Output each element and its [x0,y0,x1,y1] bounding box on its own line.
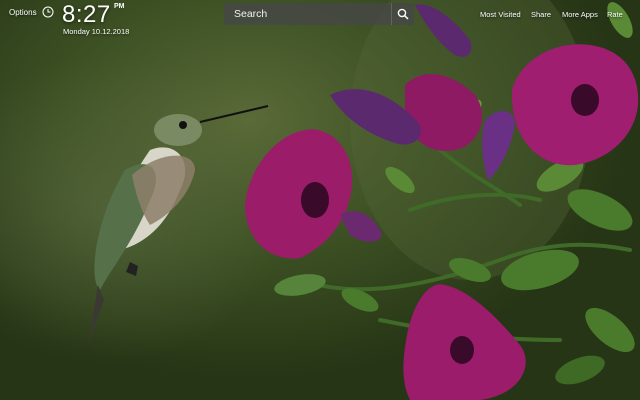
nav-more-apps[interactable]: More Apps [562,10,598,19]
clock-ampm: PM [114,3,125,10]
search-input[interactable]: Search [224,3,414,25]
search-placeholder: Search [234,8,268,20]
search-icon [397,8,409,20]
search-button[interactable] [391,3,414,25]
clock-time: 8:27 [62,1,111,28]
nav-share[interactable]: Share [531,10,551,19]
clock-date: Monday 10.12.2018 [63,27,130,36]
wallpaper-scene [88,0,639,400]
nav-rate[interactable]: Rate [607,10,623,19]
nav-most-visited[interactable]: Most Visited [480,10,521,19]
clock-icon[interactable] [42,5,54,18]
hummingbird-illustration [88,105,269,345]
options-link[interactable]: Options [9,8,37,17]
